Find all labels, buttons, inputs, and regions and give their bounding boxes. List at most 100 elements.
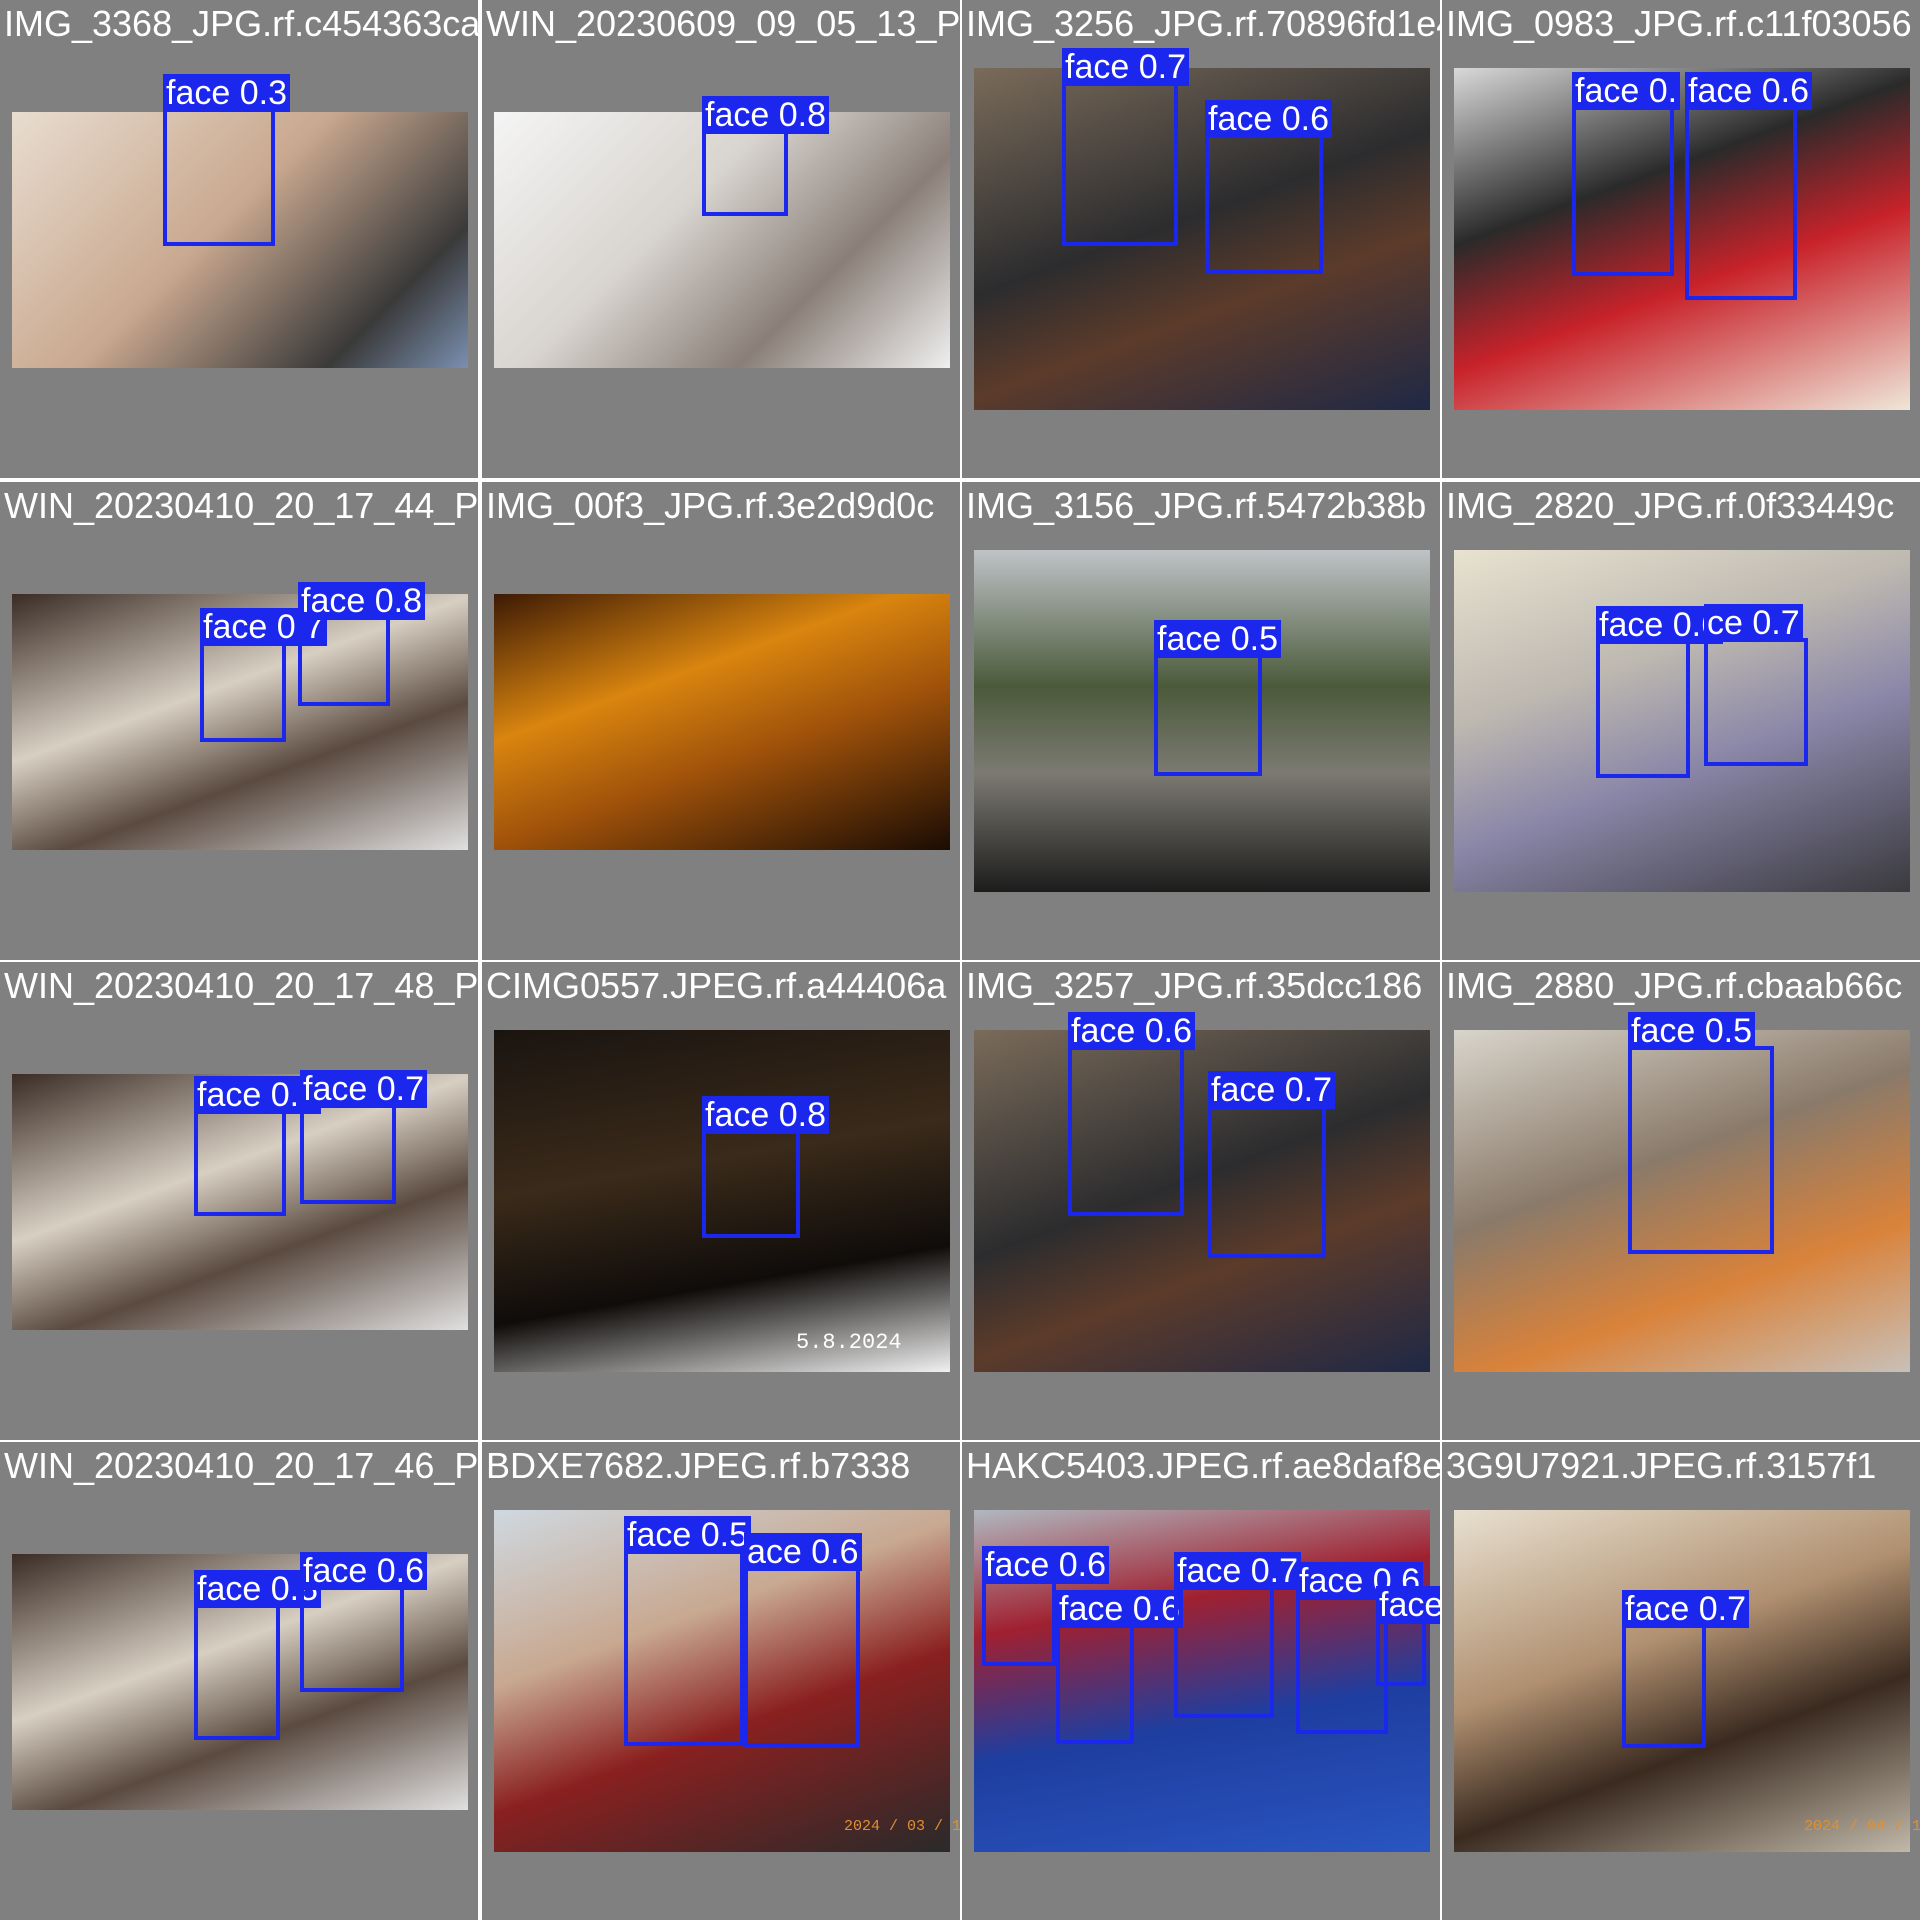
photo-thumbnail: face 0. face 0.6 (1454, 68, 1910, 410)
cell-filename: 3G9U7921.JPEG.rf.3157f1 (1446, 1445, 1877, 1486)
mosaic-cell: CIMG0557.JPEG.rf.a44406a face 0.8 5.8.2024 (482, 962, 960, 1440)
face-detection-box: face 0.5 (1628, 1012, 1774, 1254)
cell-filename: IMG_2880_JPG.rf.cbaab66c (1446, 965, 1903, 1006)
detection-label: face 0.3 (163, 74, 290, 112)
mosaic-cell: IMG_3257_JPG.rf.35dcc186 face 0.6 face 0.7 (962, 962, 1440, 1440)
mosaic-cell: IMG_3368_JPG.rf.c454363ca0face 0.3 (0, 0, 478, 478)
cell-filename: WIN_20230410_20_17_48_Pro.jpg (4, 965, 478, 1006)
cell-filename: IMG_3368_JPG.rf.c454363ca0 (4, 3, 478, 44)
photo-thumbnail: face 0.7 face 0.8 (12, 582, 468, 850)
detection-label: face 0.6 (1068, 1012, 1195, 1050)
detection-label: face 0.8 (298, 582, 425, 620)
face-detection-box: face 0.6 (1296, 1562, 1423, 1734)
mosaic-cell: WIN_20230410_20_17_44_Pro.jpgface 0.7fac… (0, 482, 478, 960)
photo-thumbnail: face 0.7 2024 / 04 / 18 (1454, 1510, 1920, 1852)
mosaic-cell: IMG_2880_JPG.rf.cbaab66cface 0.5 (1442, 962, 1920, 1440)
detection-label: ce 0.7 (1704, 604, 1803, 642)
face-detection-box: face 0.6 (1205, 100, 1332, 274)
face-detection-box: face 0.7 (1208, 1071, 1335, 1258)
cell-filename: CIMG0557.JPEG.rf.a44406a (486, 965, 947, 1006)
photo-thumbnail: face 0.6 face 0.7 (974, 1012, 1430, 1372)
photo-thumbnail: face 0.5 ace 0.6 2024 / 03 / 10 (494, 1510, 960, 1852)
mosaic-cell: IMG_3256_JPG.rf.70896fd1e4a face 0.7 face … (962, 0, 1440, 478)
detection-label: face 0.7 (1174, 1552, 1301, 1590)
cell-filename: HAKC5403.JPEG.rf.ae8daf8e (966, 1445, 1440, 1486)
face-detection-box: face 0.6 (982, 1546, 1109, 1666)
detection-label: face 0.6 (1056, 1590, 1183, 1628)
photo-thumbnail: face 0.8 face 0.6 (12, 1552, 468, 1810)
cell-filename: WIN_20230410_20_17_46_Pro.jpg (4, 1445, 478, 1486)
photo-thumbnail: face 0.8 5.8.2024 (494, 1030, 950, 1372)
detection-label: face 0.6 (982, 1546, 1109, 1584)
cell-filename: IMG_2820_JPG.rf.0f33449c (1446, 485, 1895, 526)
face-detection-box: face 0.8 (702, 1096, 829, 1238)
detection-label: face 0.6 (1205, 100, 1332, 138)
mosaic-cell: BDXE7682.JPEG.rf.b7338 face 0.5 ace 0.6 202… (482, 1442, 960, 1920)
detection-label: face 0.7 (1062, 48, 1189, 86)
face-detection-box: face 0.3 (1376, 1586, 1440, 1686)
detection-label: face 0.5 (1628, 1012, 1755, 1050)
mosaic-cell: WIN_20230410_20_17_48_Pro.jpgface 0.7fac… (0, 962, 478, 1440)
face-detection-box: face 0.6 (300, 1552, 427, 1692)
cell-filename: IMG_00f3_JPG.rf.3e2d9d0c (486, 485, 935, 526)
face-detection-box: face 0.7 (1062, 48, 1189, 246)
photo-thumbnail: face 0.8 (494, 96, 950, 368)
photo-thumbnail: face 0.6face 0.6face 0.7face 0.6face 0.3 (974, 1510, 1440, 1852)
face-detection-box: face 0. (1572, 72, 1681, 276)
mosaic-cell: WIN_20230609_09_05_13_Pro.jpg.rfface 0.8 (482, 0, 960, 478)
mosaic-cell: IMG_2820_JPG.rf.0f33449cface 0.6 ce 0.7 (1442, 482, 1920, 960)
face-detection-box: face 0.7 (194, 1076, 321, 1216)
mosaic-cell: IMG_3156_JPG.rf.5472b38bface 0.5 (962, 482, 1440, 960)
detection-label: face 0.5 (624, 1516, 751, 1554)
face-detection-box: face 0.7 (200, 608, 327, 742)
photo-thumbnail: face 0.6 ce 0.7 (1454, 550, 1910, 892)
detection-label: face 0.7 (1208, 1071, 1335, 1109)
photo-date-stamp: 2024 / 03 / 10 (844, 1818, 960, 1835)
mosaic-cell: HAKC5403.JPEG.rf.ae8daf8e face 0.6 face 0.… (962, 1442, 1440, 1920)
cell-filename: IMG_0983_JPG.rf.c11f03056 (1446, 3, 1912, 44)
detection-label: ace 0.6 (744, 1533, 862, 1571)
cell-filename: IMG_3256_JPG.rf.70896fd1e4a (966, 3, 1440, 44)
detection-label: face 0.6 (1685, 72, 1812, 110)
detection-label: face 0.8 (702, 1096, 829, 1134)
face-detection-box: face 0.3 (163, 74, 290, 246)
photo-thumbnail: face 0.5 (1454, 1012, 1910, 1372)
face-detection-box: face 0.7 (300, 1070, 427, 1204)
face-detection-box: face 0.7 (1174, 1552, 1301, 1718)
detection-label: face 0.5 (1154, 620, 1281, 658)
face-detection-box: face 0.5 (1154, 620, 1281, 776)
face-detection-box: face 0.8 (194, 1570, 321, 1740)
face-detection-box: face 0.8 (298, 582, 425, 706)
face-detection-box: face 0.6 (1596, 606, 1723, 778)
cell-filename: WIN_20230609_09_05_13_Pro.jpg.rf (486, 3, 960, 44)
photo-date-stamp: 2024 / 04 / 18 (1804, 1818, 1920, 1835)
mosaic-cell: IMG_00f3_JPG.rf.3e2d9d0c (482, 482, 960, 960)
face-detection-box: ace 0.6 (744, 1533, 862, 1747)
cell-filename: WIN_20230410_20_17_44_Pro.jpg (4, 485, 478, 526)
face-detection-box: face 0.6 (1068, 1012, 1195, 1216)
detection-label: face 0.7 (1622, 1590, 1749, 1628)
face-detection-box: face 0.5 (624, 1516, 751, 1746)
cell-filename: BDXE7682.JPEG.rf.b7338 (486, 1445, 911, 1486)
photo-thumbnail: face 0.3 (12, 74, 468, 368)
photo-thumbnail (494, 594, 950, 850)
cell-filename: IMG_3156_JPG.rf.5472b38b (966, 485, 1427, 526)
face-detection-box: face 0.8 (702, 96, 829, 216)
face-detection-box: face 0.6 (1056, 1590, 1183, 1744)
detection-label: face 0. (1572, 72, 1681, 110)
mosaic-cell: IMG_0983_JPG.rf.c11f03056face 0. face 0.6 (1442, 0, 1920, 478)
face-detection-box: face 0.6 (1685, 72, 1812, 300)
face-detection-box: ce 0.7 (1704, 604, 1808, 766)
photo-thumbnail: face 0.7 face 0.6 (974, 48, 1430, 410)
detection-label: face 0.8 (702, 96, 829, 134)
photo-thumbnail: face 0.5 (974, 550, 1430, 892)
mosaic-cell: 3G9U7921.JPEG.rf.3157f1 face 0.7 2024 / 04… (1442, 1442, 1920, 1920)
detection-label: face 0.6 (300, 1552, 427, 1590)
detection-label: face 0.7 (300, 1070, 427, 1108)
photo-date-stamp: 5.8.2024 (796, 1330, 902, 1355)
mosaic-cell: WIN_20230410_20_17_46_Pro.jpgface 0.8fac… (0, 1442, 478, 1920)
detection-label: face 0.3 (1376, 1586, 1440, 1624)
face-detection-box: face 0.7 (1622, 1590, 1749, 1748)
photo-thumbnail: face 0.7 face 0.7 (12, 1070, 468, 1330)
mosaic-grid: IMG_3368_JPG.rf.c454363ca0 face 0.3 WIN_20… (0, 0, 1920, 1920)
